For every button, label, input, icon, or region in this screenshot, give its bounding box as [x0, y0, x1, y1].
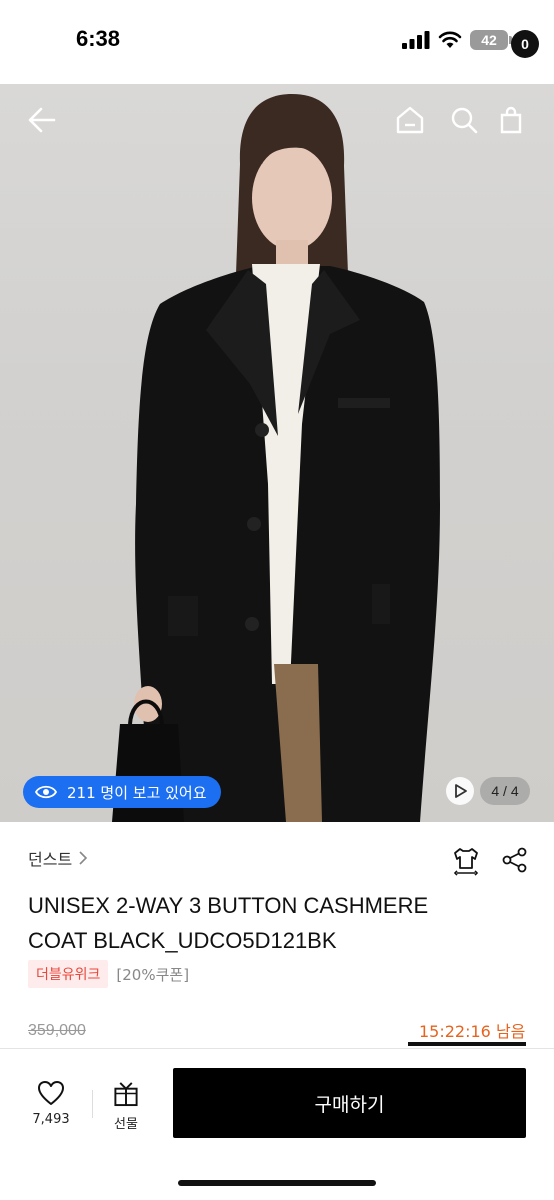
shopping-bag-icon — [500, 106, 522, 134]
product-title-line-2: COAT BLACK_UDCO5D121BK — [28, 928, 337, 953]
coupon-label: [20%쿠폰] — [116, 965, 190, 984]
signal-icon — [402, 31, 430, 49]
status-icons: 42 — [402, 30, 512, 50]
back-arrow-icon — [28, 107, 56, 133]
play-icon — [455, 784, 467, 798]
gift-icon — [114, 1082, 138, 1107]
viewers-count-pill: 211 명이 보고 있어요 — [23, 776, 221, 808]
search-button[interactable] — [446, 100, 482, 140]
like-button[interactable]: 7,493 — [22, 1080, 80, 1132]
badge-row: 더블유위크 [20%쿠폰] — [28, 960, 189, 988]
chevron-right-icon — [79, 851, 88, 865]
heart-icon — [38, 1081, 64, 1105]
status-time: 6:38 — [76, 26, 121, 51]
play-button[interactable] — [446, 777, 474, 805]
wifi-icon — [438, 31, 462, 48]
home-icon — [396, 106, 424, 134]
gift-label: 선물 — [114, 1117, 138, 1132]
product-image-gallery[interactable]: 211 명이 보고 있어요 4 / 4 — [0, 84, 554, 822]
timer-underline — [408, 1042, 526, 1046]
search-icon — [451, 107, 478, 134]
brand-link[interactable]: 던스트 — [28, 846, 88, 870]
home-button[interactable] — [392, 100, 428, 140]
home-indicator — [178, 1180, 376, 1186]
gift-button[interactable]: 선물 — [104, 1080, 148, 1132]
like-count: 7,493 — [32, 1112, 70, 1127]
size-guide-icon[interactable] — [451, 846, 481, 876]
product-photo — [112, 94, 440, 822]
back-button[interactable] — [22, 100, 62, 140]
eye-icon — [35, 785, 57, 799]
viewers-text: 211 명이 보고 있어요 — [67, 783, 207, 802]
original-price: 359,000 — [28, 1022, 86, 1039]
cart-button[interactable] — [496, 100, 526, 140]
bottom-divider — [92, 1090, 93, 1118]
buy-button[interactable]: 구매하기 — [173, 1068, 526, 1138]
promo-badge: 더블유위크 — [28, 960, 109, 988]
cart-count-badge: 0 — [511, 30, 539, 58]
status-bar: 6:38 42 — [0, 0, 554, 84]
brand-name: 던스트 — [28, 850, 73, 869]
share-icon[interactable] — [501, 846, 529, 874]
product-actions — [451, 846, 529, 876]
product-title-line-1: UNISEX 2-WAY 3 BUTTON CASHMERE — [28, 893, 429, 918]
image-page-indicator: 4 / 4 — [480, 777, 530, 805]
product-title: UNISEX 2-WAY 3 BUTTON CASHMERE COAT BLAC… — [28, 888, 508, 958]
battery-indicator: 42 — [470, 30, 512, 50]
sale-timer: 15:22:16 남음 — [419, 1022, 526, 1041]
